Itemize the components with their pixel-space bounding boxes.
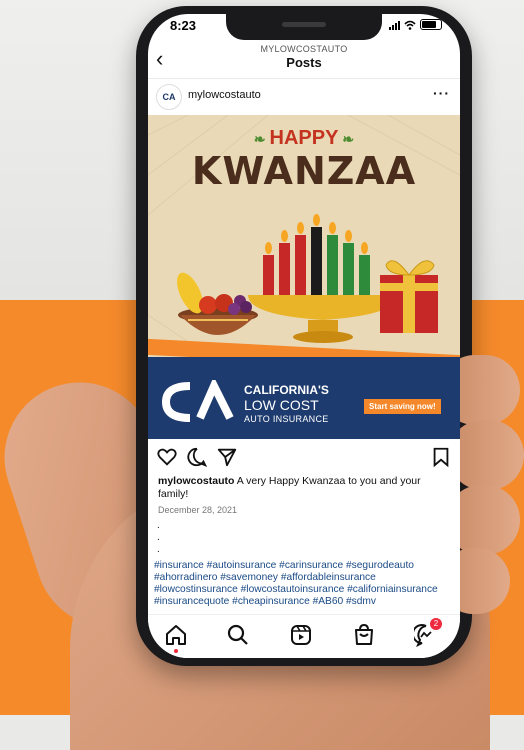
candle bbox=[279, 243, 290, 295]
status-icons bbox=[389, 19, 442, 30]
candle-flame bbox=[265, 242, 272, 254]
signal-icon bbox=[389, 20, 400, 30]
candles bbox=[263, 214, 370, 295]
candle bbox=[311, 227, 322, 295]
brand-line-3: AUTO INSURANCE bbox=[244, 414, 329, 424]
page-title: Posts bbox=[286, 55, 322, 70]
post-caption: mylowcostauto A very Happy Kwanzaa to yo… bbox=[158, 475, 450, 501]
post-header: CA mylowcostauto ··· bbox=[148, 80, 460, 114]
phone-screen: 8:23 ‹ MYLOWCOSTAUTO Posts CA mylowcosta… bbox=[148, 14, 460, 658]
bookmark-icon[interactable] bbox=[430, 446, 452, 468]
bottom-tab-bar: 2 bbox=[148, 614, 460, 658]
comment-icon[interactable] bbox=[186, 446, 208, 468]
phone-notch bbox=[226, 14, 382, 40]
post-image[interactable]: ❧ HAPPY ❧ KWANZAA CALIFORNIA'S LOW COST … bbox=[148, 115, 460, 439]
candle bbox=[359, 255, 370, 295]
greeting-happy: ❧ HAPPY ❧ bbox=[253, 127, 355, 149]
wifi-icon bbox=[404, 20, 416, 30]
bowl bbox=[180, 315, 256, 335]
candle-flame bbox=[313, 214, 320, 226]
candle-flame bbox=[361, 242, 368, 254]
candle bbox=[263, 255, 274, 295]
post-username[interactable]: mylowcostauto bbox=[188, 89, 261, 101]
caption-username[interactable]: mylowcostauto bbox=[158, 475, 234, 487]
messages-badge: 2 bbox=[430, 618, 442, 630]
home-icon[interactable] bbox=[164, 623, 188, 647]
avatar[interactable]: CA bbox=[156, 84, 182, 110]
brand-line-2: LOW COST bbox=[244, 397, 319, 413]
more-horizontal-icon[interactable]: ··· bbox=[433, 85, 450, 101]
candle bbox=[295, 235, 306, 295]
send-icon[interactable] bbox=[216, 446, 238, 468]
candle bbox=[343, 243, 354, 295]
status-time: 8:23 bbox=[170, 18, 197, 33]
messages-tab[interactable]: 2 bbox=[411, 618, 442, 648]
heart-icon[interactable] bbox=[156, 446, 178, 468]
home-activity-dot bbox=[174, 649, 178, 653]
candle-flame bbox=[345, 230, 352, 242]
candle bbox=[327, 235, 338, 295]
candle-flame bbox=[281, 230, 288, 242]
post-date: December 28, 2021 bbox=[158, 505, 238, 515]
candle-flame bbox=[329, 222, 336, 234]
post-actions bbox=[148, 444, 460, 472]
account-name: MYLOWCOSTAUTO bbox=[260, 44, 348, 54]
caption-dots: ... bbox=[157, 520, 160, 555]
greeting-kwanzaa: KWANZAA bbox=[191, 149, 417, 193]
posts-header: ‹ MYLOWCOSTAUTO Posts bbox=[148, 40, 460, 79]
company-logo bbox=[161, 380, 234, 422]
speaker-grille bbox=[282, 22, 326, 27]
battery-icon bbox=[420, 19, 442, 30]
kinara-base bbox=[248, 295, 398, 320]
apple bbox=[199, 296, 217, 314]
brand-line-1: CALIFORNIA'S bbox=[244, 383, 329, 397]
reels-icon[interactable] bbox=[289, 623, 313, 647]
cta-badge: Start saving now! bbox=[364, 399, 441, 414]
hashtags[interactable]: #insurance #autoinsurance #carinsurance … bbox=[154, 560, 456, 612]
search-icon[interactable] bbox=[226, 623, 250, 647]
shop-icon[interactable] bbox=[352, 623, 376, 647]
candle-flame bbox=[297, 222, 304, 234]
